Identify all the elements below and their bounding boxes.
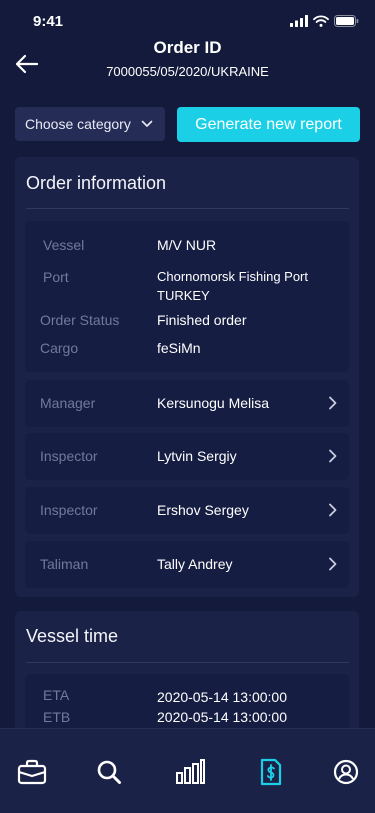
port-name: Chornomorsk Fishing Port [157,269,308,284]
search-icon [97,760,121,784]
eta-value: 2020-05-14 13:00:00 [157,689,287,705]
page-title: Order ID [153,38,222,57]
person-name: Lytvin Sergiy [157,448,237,464]
wifi-icon [313,15,329,27]
order-status-value: Finished order [157,312,247,328]
tab-orders[interactable] [15,755,49,789]
status-time: 9:41 [33,13,64,30]
person-role: Taliman [40,556,89,572]
eta-label: ETA [43,687,70,703]
person-name: Tally Andrey [157,556,233,572]
order-number: 7000055/05/2020/UKRAINE [106,64,269,79]
inspector-row[interactable]: Inspector Ershov Sergey [25,487,349,534]
tab-search[interactable] [92,755,126,789]
chevron-down-icon [141,120,153,127]
battery-icon [334,15,359,27]
category-select-label: Choose category [25,116,131,132]
briefcase-icon [17,759,47,785]
port-value: Chornomorsk Fishing Port TURKEY [157,267,308,305]
cargo-label: Cargo [40,340,79,356]
invoice-dollar-icon [260,758,282,786]
cellular-signal-icon [290,15,308,27]
divider [26,208,349,209]
tab-statistics[interactable] [173,755,207,789]
tab-profile[interactable] [329,755,363,789]
header: Order ID 7000055/05/2020/UKRAINE [0,36,375,86]
order-information-card: Order information Vessel M/V NUR Port Ch… [15,157,359,597]
chevron-right-icon [329,557,337,571]
status-icons [290,15,359,27]
chevron-right-icon [329,503,337,517]
generate-report-button[interactable]: Generate new report [177,107,360,142]
bottom-tab-bar [0,728,375,813]
order-information-title: Order information [26,173,167,193]
person-name: Ershov Sergey [157,502,249,518]
vessel-time-title: Vessel time [26,626,119,646]
person-role: Inspector [40,502,98,518]
port-country: TURKEY [157,288,210,303]
chevron-right-icon [329,449,337,463]
person-name: Kersunogu Melisa [157,395,270,411]
profile-icon [333,759,359,785]
order-details-panel: Vessel M/V NUR Port Chornomorsk Fishing … [25,221,349,372]
taliman-row[interactable]: Taliman Tally Andrey [25,541,349,588]
vessel-value: M/V NUR [157,237,217,253]
chevron-right-icon [329,396,337,410]
port-label: Port [43,269,69,285]
person-role: Inspector [40,448,98,464]
category-select[interactable]: Choose category [15,107,165,141]
tab-invoices[interactable] [254,755,288,789]
divider [26,662,349,663]
etb-label: ETB [43,709,71,725]
manager-row[interactable]: Manager Kersunogu Melisa [25,380,349,427]
vessel-time-card: Vessel time ETA 2020-05-14 13:00:00 ETB … [15,611,359,744]
etb-value: 2020-05-14 13:00:00 [157,709,287,725]
bar-chart-icon [176,759,205,784]
vessel-label: Vessel [43,237,85,253]
inspector-row[interactable]: Inspector Lytvin Sergiy [25,433,349,480]
cargo-value: feSiMn [157,340,201,356]
person-role: Manager [40,395,96,411]
order-status-label: Order Status [40,312,120,328]
